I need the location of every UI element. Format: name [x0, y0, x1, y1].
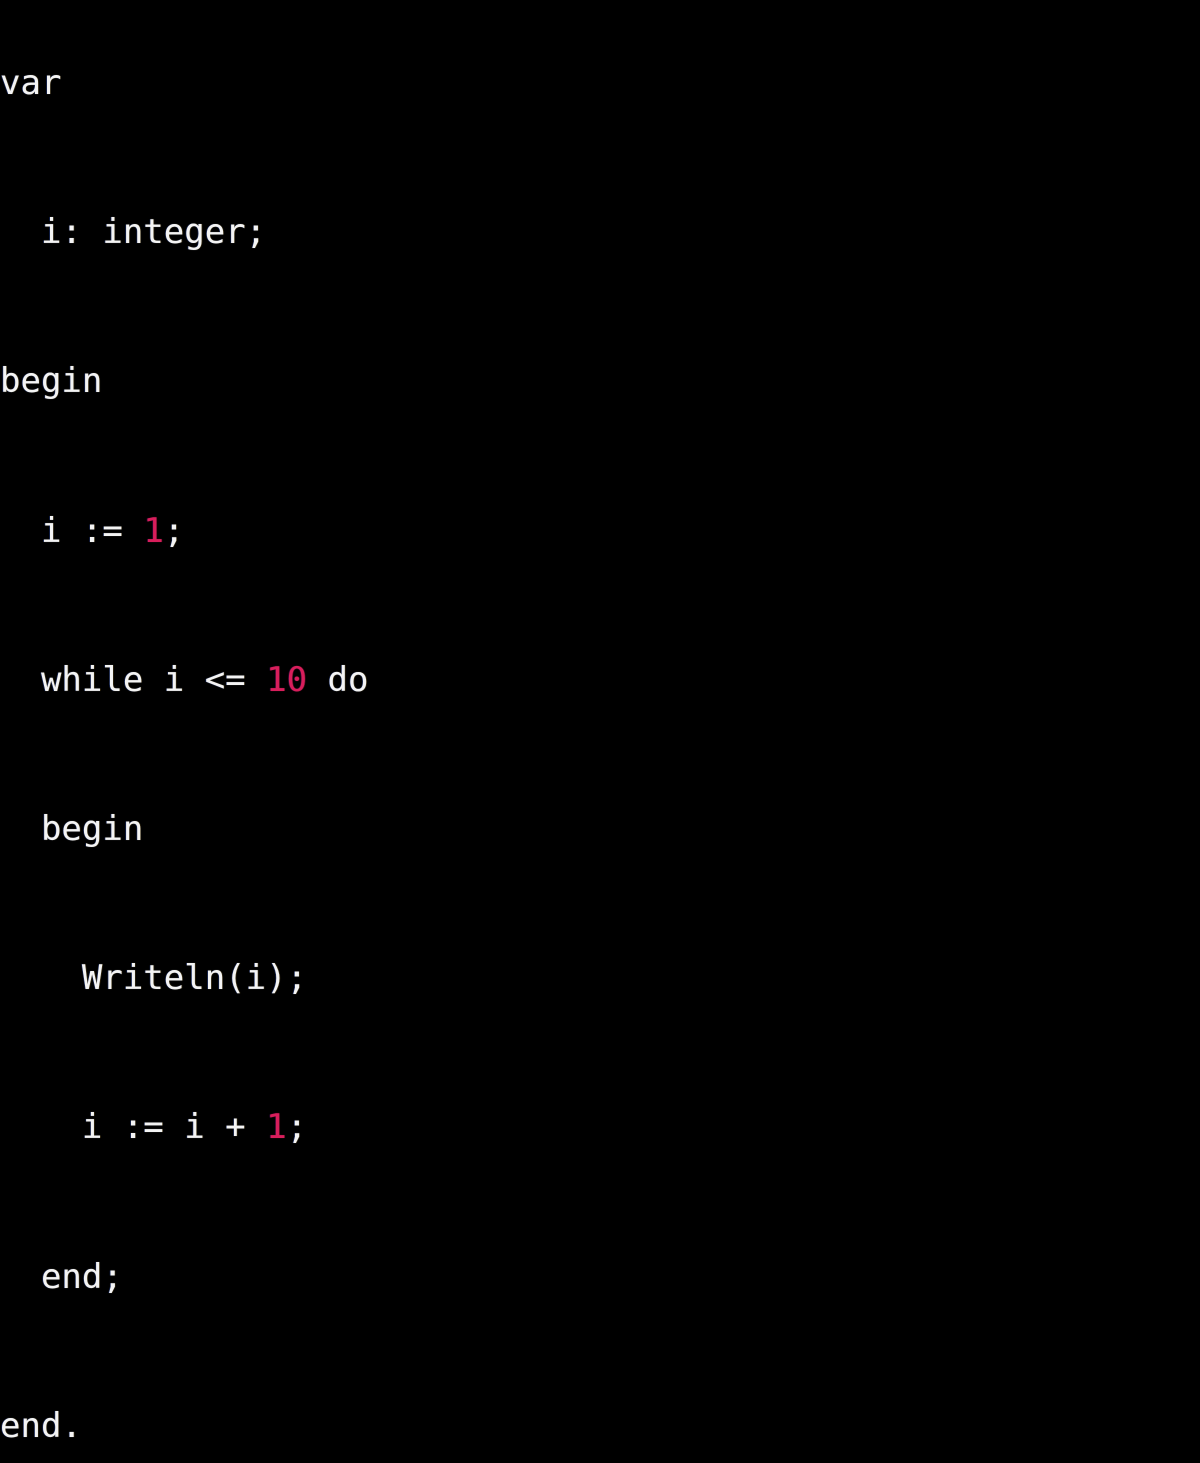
code-token-number: 1: [266, 1107, 287, 1148]
code-line: end;: [0, 1240, 1200, 1315]
code-token-text: end.: [0, 1405, 82, 1446]
code-token-text: while i <=: [40, 659, 267, 700]
code-viewport: var i: integer; begin i := 1; while i <=…: [0, 0, 1200, 1446]
code-token-text: ;: [286, 1107, 308, 1148]
code-line: begin: [0, 344, 1200, 419]
code-line: i := i + 1;: [0, 1090, 1200, 1165]
code-line: while i <= 10 do: [0, 643, 1200, 718]
code-token-text: Writeln(i);: [81, 958, 308, 999]
code-line: i := 1;: [0, 494, 1200, 569]
code-token-text: end;: [40, 1256, 123, 1297]
code-block[interactable]: var i: integer; begin i := 1; while i <=…: [0, 0, 1200, 1446]
code-token-number: 10: [266, 659, 308, 700]
code-line: end.: [0, 1389, 1200, 1463]
code-line: i: integer;: [0, 195, 1200, 270]
code-token-text: begin: [0, 361, 103, 402]
code-token-text: i :=: [40, 510, 144, 551]
code-token-number: 1: [143, 510, 164, 551]
code-token-text: i := i +: [81, 1107, 267, 1148]
code-line: var: [0, 46, 1200, 121]
code-token-text: begin: [40, 808, 144, 849]
code-token-text: var: [0, 63, 62, 103]
code-line: Writeln(i);: [0, 941, 1200, 1016]
code-line: begin: [0, 792, 1200, 867]
code-token-text: i: integer;: [40, 212, 267, 253]
code-token-text: do: [307, 659, 369, 700]
code-token-text: ;: [163, 510, 185, 551]
